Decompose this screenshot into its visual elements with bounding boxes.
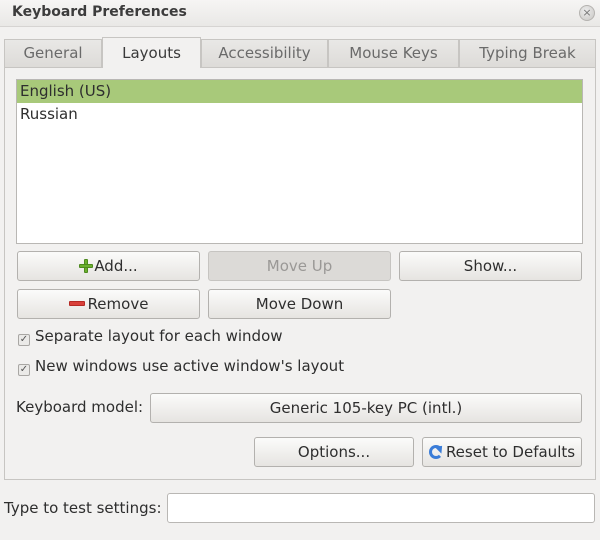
remove-button[interactable]: Remove <box>17 289 200 319</box>
window-title: Keyboard Preferences <box>12 4 187 20</box>
tab-general[interactable]: General <box>4 39 102 67</box>
layout-list[interactable]: English (US) Russian <box>16 79 583 244</box>
list-item-russian[interactable]: Russian <box>17 103 582 126</box>
title-bar: Keyboard Preferences × <box>0 0 600 27</box>
options-button[interactable]: Options... <box>254 437 414 467</box>
new-windows-label: New windows use active window's layout <box>35 357 345 375</box>
move-down-button[interactable]: Move Down <box>208 289 391 319</box>
tab-accessibility[interactable]: Accessibility <box>201 39 328 67</box>
reset-defaults-label: Reset to Defaults <box>445 443 576 461</box>
keyboard-model-button[interactable]: Generic 105-key PC (intl.) <box>150 393 582 423</box>
separate-layout-label: Separate layout for each window <box>35 327 283 345</box>
list-item-english-us[interactable]: English (US) <box>17 80 582 103</box>
minus-icon <box>68 301 85 306</box>
separate-layout-checkbox[interactable]: ✓ <box>18 334 30 346</box>
tab-layouts[interactable]: Layouts <box>102 37 201 68</box>
keyboard-model-label: Keyboard model: <box>16 398 144 416</box>
close-icon[interactable]: × <box>579 5 595 21</box>
move-up-button[interactable]: Move Up <box>208 251 391 281</box>
refresh-icon <box>428 445 443 459</box>
add-button-label: Add... <box>94 257 138 275</box>
test-settings-input[interactable] <box>167 493 595 523</box>
plus-icon <box>79 259 94 273</box>
reset-defaults-button[interactable]: Reset to Defaults <box>422 437 582 467</box>
tab-typing-break[interactable]: Typing Break <box>459 39 596 67</box>
remove-button-label: Remove <box>87 295 149 313</box>
new-windows-option[interactable]: ✓ New windows use active window's layout <box>18 356 344 376</box>
show-button[interactable]: Show... <box>399 251 582 281</box>
tab-mouse-keys[interactable]: Mouse Keys <box>328 39 459 67</box>
test-settings-label: Type to test settings: <box>4 499 162 517</box>
separate-layout-option[interactable]: ✓ Separate layout for each window <box>18 326 283 346</box>
add-button[interactable]: Add... <box>17 251 200 281</box>
new-windows-checkbox[interactable]: ✓ <box>18 364 30 376</box>
